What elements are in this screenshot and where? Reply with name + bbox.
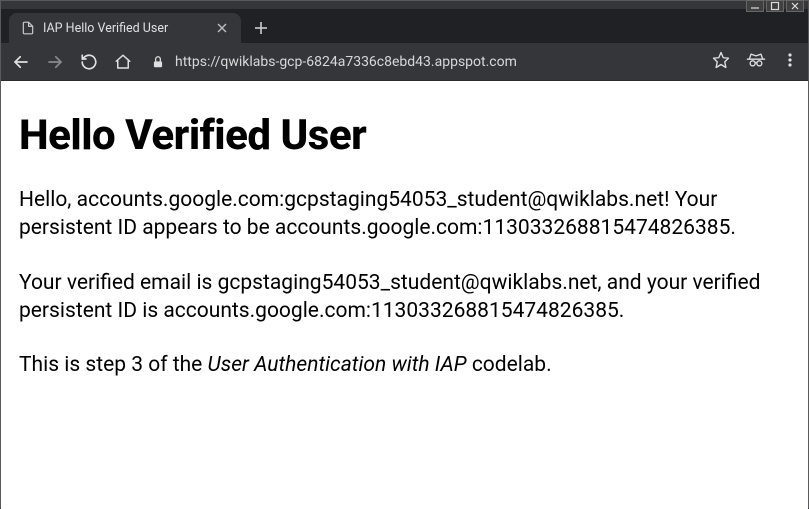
window-maximize-button[interactable] [766, 0, 784, 12]
star-icon[interactable] [712, 51, 730, 73]
window-titlebar [1, 1, 808, 9]
greeting-paragraph: Hello, accounts.google.com:gcpstaging540… [19, 186, 790, 243]
back-button[interactable] [11, 52, 31, 72]
tab-title: IAP Hello Verified User [43, 21, 207, 36]
page-heading: Hello Verified User [19, 111, 790, 160]
browser-tab[interactable]: IAP Hello Verified User [9, 13, 241, 43]
tab-close-button[interactable] [215, 21, 229, 35]
browser-toolbar: https://qwiklabs-gcp-6824a7336c8ebd43.ap… [1, 43, 808, 81]
step-paragraph: This is step 3 of the User Authenticatio… [19, 351, 790, 379]
lock-icon [151, 55, 165, 69]
url-text: https://qwiklabs-gcp-6824a7336c8ebd43.ap… [175, 54, 517, 70]
file-icon [21, 21, 35, 35]
step-text-after: codelab. [467, 353, 552, 377]
new-tab-button[interactable] [247, 14, 275, 42]
codelab-name: User Authentication with IAP [208, 353, 467, 377]
verified-paragraph: Your verified email is gcpstaging54053_s… [19, 269, 790, 326]
menu-icon[interactable] [782, 52, 798, 72]
tab-bar: IAP Hello Verified User [1, 9, 808, 43]
forward-button[interactable] [45, 52, 65, 72]
incognito-icon[interactable] [746, 52, 766, 72]
step-text-before: This is step 3 of the [19, 353, 208, 377]
home-button[interactable] [113, 52, 133, 72]
window-minimize-button[interactable] [746, 0, 764, 12]
window-close-button[interactable] [786, 0, 804, 12]
reload-button[interactable] [79, 52, 99, 72]
page-content: Hello Verified User Hello, accounts.goog… [1, 81, 808, 509]
address-bar[interactable]: https://qwiklabs-gcp-6824a7336c8ebd43.ap… [147, 48, 698, 76]
